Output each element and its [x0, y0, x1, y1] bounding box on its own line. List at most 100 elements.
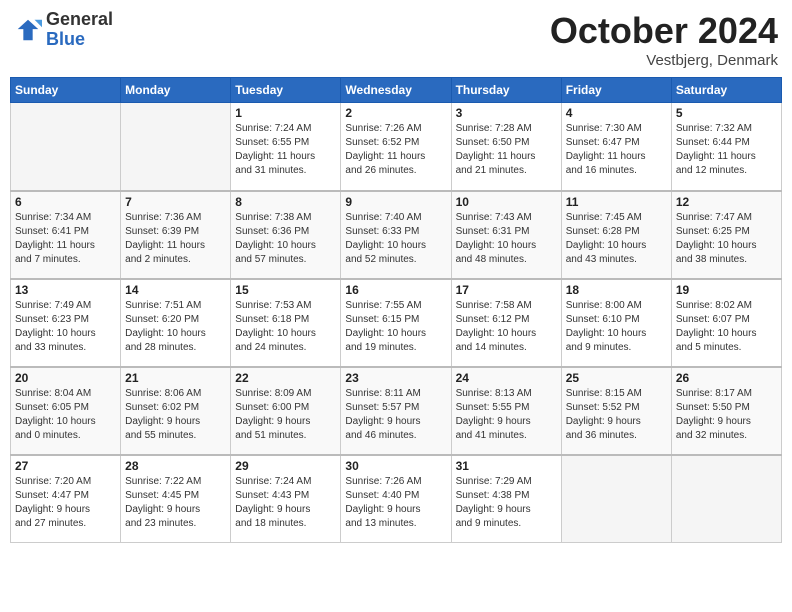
day-info: Sunrise: 7:34 AM Sunset: 6:41 PM Dayligh… [15, 211, 116, 267]
day-info: Sunrise: 7:28 AM Sunset: 6:50 PM Dayligh… [456, 122, 557, 178]
logo-general-text: General [46, 10, 113, 30]
weekday-header-friday: Friday [561, 78, 671, 103]
calendar-cell [671, 455, 781, 543]
day-number: 3 [456, 106, 557, 120]
weekday-header-monday: Monday [121, 78, 231, 103]
day-info: Sunrise: 7:47 AM Sunset: 6:25 PM Dayligh… [676, 211, 777, 267]
day-number: 14 [125, 283, 226, 297]
day-number: 29 [235, 459, 336, 473]
day-info: Sunrise: 7:45 AM Sunset: 6:28 PM Dayligh… [566, 211, 667, 267]
logo: General Blue [14, 10, 113, 50]
calendar-cell: 3 Sunrise: 7:28 AM Sunset: 6:50 PM Daylig… [451, 103, 561, 191]
day-number: 30 [345, 459, 446, 473]
day-number: 21 [125, 371, 226, 385]
day-number: 26 [676, 371, 777, 385]
calendar-cell [11, 103, 121, 191]
logo-blue-text: Blue [46, 30, 113, 50]
page-header: General Blue October 2024 Vestbjerg, Den… [10, 10, 782, 69]
day-info: Sunrise: 7:30 AM Sunset: 6:47 PM Dayligh… [566, 122, 667, 178]
calendar-cell: 6Sunrise: 7:34 AM Sunset: 6:41 PM Daylig… [11, 191, 121, 279]
day-number: 18 [566, 283, 667, 297]
day-info: Sunrise: 7:29 AM Sunset: 4:38 PM Dayligh… [456, 475, 557, 531]
week-row-1: 1 Sunrise: 7:24 AM Sunset: 6:55 PM Daylig… [11, 103, 782, 191]
day-number: 1 [235, 106, 336, 120]
day-number: 20 [15, 371, 116, 385]
calendar-cell: 18 Sunrise: 8:00 AM Sunset: 6:10 PM Dayli… [561, 279, 671, 367]
weekday-header-wednesday: Wednesday [341, 78, 451, 103]
day-info: Sunrise: 7:43 AM Sunset: 6:31 PM Dayligh… [456, 211, 557, 267]
calendar-cell: 5Sunrise: 7:32 AM Sunset: 6:44 PM Daylig… [671, 103, 781, 191]
day-info: Sunrise: 7:26 AM Sunset: 4:40 PM Dayligh… [345, 475, 446, 531]
calendar-cell: 15 Sunrise: 7:53 AM Sunset: 6:18 PM Dayli… [231, 279, 341, 367]
day-info: Sunrise: 7:55 AM Sunset: 6:15 PM Dayligh… [345, 299, 446, 355]
calendar-cell: 21 Sunrise: 8:06 AM Sunset: 6:02 PM Dayli… [121, 367, 231, 455]
day-info: Sunrise: 8:17 AM Sunset: 5:50 PM Dayligh… [676, 387, 777, 443]
day-info: Sunrise: 7:58 AM Sunset: 6:12 PM Dayligh… [456, 299, 557, 355]
day-info: Sunrise: 8:06 AM Sunset: 6:02 PM Dayligh… [125, 387, 226, 443]
calendar-cell: 25Sunrise: 8:15 AM Sunset: 5:52 PM Dayli… [561, 367, 671, 455]
day-info: Sunrise: 7:24 AM Sunset: 6:55 PM Dayligh… [235, 122, 336, 178]
day-number: 11 [566, 195, 667, 209]
day-number: 27 [15, 459, 116, 473]
week-row-4: 20 Sunrise: 8:04 AM Sunset: 6:05 PM Dayli… [11, 367, 782, 455]
calendar-table: SundayMondayTuesdayWednesdayThursdayFrid… [10, 77, 782, 543]
day-number: 25 [566, 371, 667, 385]
calendar-cell: 26 Sunrise: 8:17 AM Sunset: 5:50 PM Dayli… [671, 367, 781, 455]
calendar-cell: 12 Sunrise: 7:47 AM Sunset: 6:25 PM Dayli… [671, 191, 781, 279]
calendar-cell: 28Sunrise: 7:22 AM Sunset: 4:45 PM Dayli… [121, 455, 231, 543]
week-row-2: 6Sunrise: 7:34 AM Sunset: 6:41 PM Daylig… [11, 191, 782, 279]
day-info: Sunrise: 8:09 AM Sunset: 6:00 PM Dayligh… [235, 387, 336, 443]
day-number: 9 [345, 195, 446, 209]
day-number: 22 [235, 371, 336, 385]
calendar-cell: 14 Sunrise: 7:51 AM Sunset: 6:20 PM Dayli… [121, 279, 231, 367]
day-number: 17 [456, 283, 557, 297]
day-info: Sunrise: 7:20 AM Sunset: 4:47 PM Dayligh… [15, 475, 116, 531]
calendar-cell: 23 Sunrise: 8:11 AM Sunset: 5:57 PM Dayli… [341, 367, 451, 455]
calendar-cell: 16 Sunrise: 7:55 AM Sunset: 6:15 PM Dayli… [341, 279, 451, 367]
day-info: Sunrise: 8:13 AM Sunset: 5:55 PM Dayligh… [456, 387, 557, 443]
calendar-cell: 10 Sunrise: 7:43 AM Sunset: 6:31 PM Dayli… [451, 191, 561, 279]
day-number: 7 [125, 195, 226, 209]
calendar-cell: 8Sunrise: 7:38 AM Sunset: 6:36 PM Daylig… [231, 191, 341, 279]
calendar-cell: 7 Sunrise: 7:36 AM Sunset: 6:39 PM Daylig… [121, 191, 231, 279]
day-info: Sunrise: 8:02 AM Sunset: 6:07 PM Dayligh… [676, 299, 777, 355]
weekday-header-saturday: Saturday [671, 78, 781, 103]
calendar-cell: 2Sunrise: 7:26 AM Sunset: 6:52 PM Daylig… [341, 103, 451, 191]
day-info: Sunrise: 8:04 AM Sunset: 6:05 PM Dayligh… [15, 387, 116, 443]
day-number: 23 [345, 371, 446, 385]
day-info: Sunrise: 8:00 AM Sunset: 6:10 PM Dayligh… [566, 299, 667, 355]
day-number: 10 [456, 195, 557, 209]
weekday-header-sunday: Sunday [11, 78, 121, 103]
day-number: 24 [456, 371, 557, 385]
day-number: 19 [676, 283, 777, 297]
day-number: 12 [676, 195, 777, 209]
day-info: Sunrise: 7:49 AM Sunset: 6:23 PM Dayligh… [15, 299, 116, 355]
calendar-cell: 22 Sunrise: 8:09 AM Sunset: 6:00 PM Dayli… [231, 367, 341, 455]
day-info: Sunrise: 8:11 AM Sunset: 5:57 PM Dayligh… [345, 387, 446, 443]
weekday-header-thursday: Thursday [451, 78, 561, 103]
calendar-cell: 11 Sunrise: 7:45 AM Sunset: 6:28 PM Dayli… [561, 191, 671, 279]
day-info: Sunrise: 7:32 AM Sunset: 6:44 PM Dayligh… [676, 122, 777, 178]
calendar-cell: 27 Sunrise: 7:20 AM Sunset: 4:47 PM Dayli… [11, 455, 121, 543]
calendar-cell: 20 Sunrise: 8:04 AM Sunset: 6:05 PM Dayli… [11, 367, 121, 455]
day-info: Sunrise: 7:22 AM Sunset: 4:45 PM Dayligh… [125, 475, 226, 531]
location-subtitle: Vestbjerg, Denmark [550, 52, 778, 69]
calendar-cell: 30 Sunrise: 7:26 AM Sunset: 4:40 PM Dayli… [341, 455, 451, 543]
day-number: 4 [566, 106, 667, 120]
day-number: 16 [345, 283, 446, 297]
weekday-header-tuesday: Tuesday [231, 78, 341, 103]
day-info: Sunrise: 7:53 AM Sunset: 6:18 PM Dayligh… [235, 299, 336, 355]
day-info: Sunrise: 7:26 AM Sunset: 6:52 PM Dayligh… [345, 122, 446, 178]
day-info: Sunrise: 7:40 AM Sunset: 6:33 PM Dayligh… [345, 211, 446, 267]
day-number: 8 [235, 195, 336, 209]
calendar-cell: 19 Sunrise: 8:02 AM Sunset: 6:07 PM Dayli… [671, 279, 781, 367]
calendar-cell: 13Sunrise: 7:49 AM Sunset: 6:23 PM Dayli… [11, 279, 121, 367]
day-info: Sunrise: 7:36 AM Sunset: 6:39 PM Dayligh… [125, 211, 226, 267]
day-number: 15 [235, 283, 336, 297]
week-row-5: 27 Sunrise: 7:20 AM Sunset: 4:47 PM Dayli… [11, 455, 782, 543]
day-info: Sunrise: 7:24 AM Sunset: 4:43 PM Dayligh… [235, 475, 336, 531]
day-info: Sunrise: 7:51 AM Sunset: 6:20 PM Dayligh… [125, 299, 226, 355]
week-row-3: 13Sunrise: 7:49 AM Sunset: 6:23 PM Dayli… [11, 279, 782, 367]
calendar-cell [561, 455, 671, 543]
calendar-cell: 17 Sunrise: 7:58 AM Sunset: 6:12 PM Dayli… [451, 279, 561, 367]
